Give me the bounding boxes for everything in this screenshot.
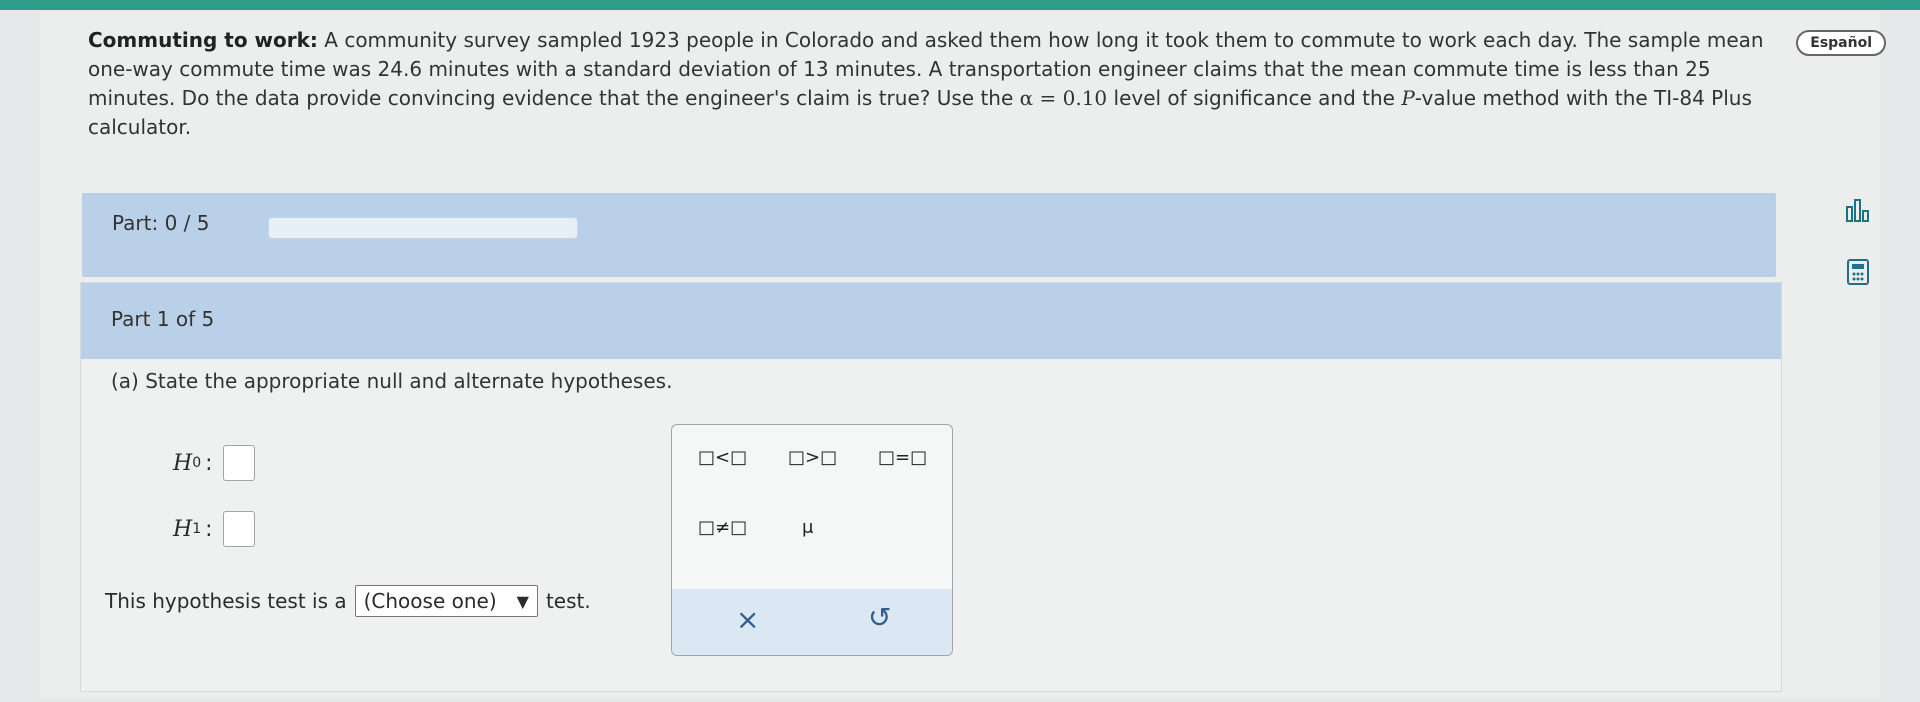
h0-answer-input[interactable] bbox=[222, 445, 255, 481]
less-than-button[interactable]: □<□ bbox=[698, 447, 747, 468]
h1-colon: : bbox=[205, 516, 213, 542]
h0-colon: : bbox=[205, 450, 213, 476]
null-hypothesis: H0: bbox=[173, 445, 255, 481]
h1-subscript: 1 bbox=[192, 521, 202, 537]
not-equal-button[interactable]: □≠□ bbox=[698, 517, 747, 538]
select-value: (Choose one) bbox=[363, 589, 497, 613]
test-line-after: test. bbox=[545, 589, 591, 613]
test-type-line: This hypothesis test is a (Choose one) ▼… bbox=[105, 585, 591, 617]
greater-than-button[interactable]: □>□ bbox=[788, 447, 837, 468]
progress-track bbox=[268, 217, 578, 239]
equals-button[interactable]: □=□ bbox=[878, 447, 927, 468]
question-text: Commuting to work: A community survey sa… bbox=[88, 26, 1788, 142]
language-toggle-button[interactable]: Español bbox=[1796, 30, 1886, 56]
test-type-select[interactable]: (Choose one) ▼ bbox=[354, 585, 538, 617]
top-accent-bar bbox=[0, 0, 1920, 10]
part-progress-label: Part: 0 / 5 bbox=[112, 211, 210, 235]
chart-icon[interactable] bbox=[1844, 196, 1872, 224]
palette-footer: × ↺ bbox=[672, 589, 952, 655]
part-header: Part 1 of 5 bbox=[81, 283, 1781, 359]
question-prompt: (a) State the appropriate null and alter… bbox=[111, 369, 673, 393]
p-letter: P bbox=[1401, 86, 1415, 110]
math-symbol-palette: □<□ □>□ □=□ □≠□ μ × ↺ bbox=[671, 424, 953, 656]
clear-icon[interactable]: × bbox=[736, 603, 759, 636]
h1-letter: H bbox=[173, 516, 193, 542]
h0-letter: H bbox=[173, 450, 193, 476]
h0-subscript: 0 bbox=[192, 455, 202, 471]
part-card: Part 1 of 5 (a) State the appropriate nu… bbox=[80, 282, 1782, 692]
part-header-label: Part 1 of 5 bbox=[111, 307, 215, 331]
calculator-icon[interactable] bbox=[1844, 258, 1872, 286]
question-body-2: level of significance and the bbox=[1107, 86, 1402, 110]
alpha-value: α = 0.10 bbox=[1019, 86, 1108, 110]
mu-button[interactable]: μ bbox=[802, 517, 813, 538]
question-title: Commuting to work: bbox=[88, 28, 318, 52]
h1-answer-input[interactable] bbox=[222, 511, 255, 547]
part-progress-bar: Part: 0 / 5 bbox=[82, 193, 1776, 277]
alternate-hypothesis: H1: bbox=[173, 511, 255, 547]
undo-icon[interactable]: ↺ bbox=[868, 601, 891, 634]
test-line-before: This hypothesis test is a bbox=[105, 589, 347, 613]
dropdown-arrow-icon: ▼ bbox=[516, 591, 529, 611]
